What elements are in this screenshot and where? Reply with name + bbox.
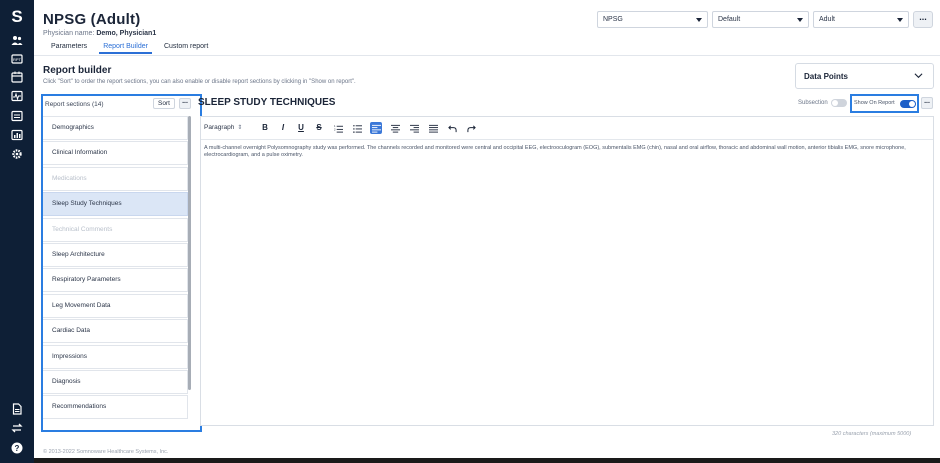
align-left-icon bbox=[371, 124, 381, 133]
gear-icon[interactable] bbox=[11, 148, 23, 160]
tab-parameters[interactable]: Parameters bbox=[43, 42, 95, 54]
align-justify-button[interactable] bbox=[427, 122, 439, 134]
template-select[interactable]: Default bbox=[712, 11, 809, 28]
left-nav-rail: S RPT ? bbox=[0, 0, 34, 463]
italic-button[interactable]: I bbox=[277, 122, 289, 134]
editor-toolbar: Paragraph ⇕ B I U S 12 bbox=[201, 117, 933, 140]
sections-scrollbar[interactable] bbox=[188, 116, 191, 390]
undo-icon bbox=[447, 124, 457, 132]
sort-button[interactable]: Sort bbox=[153, 98, 175, 109]
tab-custom-report[interactable]: Custom report bbox=[156, 42, 216, 54]
page-title: NPSG (Adult) bbox=[43, 11, 141, 28]
svg-text:?: ? bbox=[15, 444, 20, 453]
chevron-down-icon bbox=[897, 18, 903, 22]
chart-icon[interactable] bbox=[11, 129, 23, 141]
age-group-select[interactable]: Adult bbox=[813, 11, 909, 28]
align-right-button[interactable] bbox=[408, 122, 420, 134]
chevron-down-icon bbox=[914, 73, 923, 79]
paragraph-format-select[interactable]: Paragraph ⇕ bbox=[204, 124, 242, 131]
section-item[interactable]: Sleep Study Techniques bbox=[43, 192, 188, 217]
data-points-label: Data Points bbox=[804, 72, 849, 81]
bullet-list-icon bbox=[352, 124, 362, 133]
redo-button[interactable] bbox=[465, 122, 477, 134]
underline-button[interactable]: U bbox=[295, 122, 307, 134]
editor-content[interactable]: A multi-channel overnight Polysomnograph… bbox=[204, 145, 930, 159]
chevron-down-icon bbox=[797, 18, 803, 22]
sections-list: Demographics Clinical Information Medicati… bbox=[43, 116, 188, 421]
redo-icon bbox=[466, 124, 476, 132]
show-on-report-label: Show On Report bbox=[854, 100, 895, 106]
section-item[interactable]: Demographics bbox=[43, 116, 188, 140]
align-right-icon bbox=[409, 124, 419, 133]
section-item[interactable]: Respiratory Parameters bbox=[43, 268, 188, 293]
app-logo[interactable]: S bbox=[0, 8, 34, 26]
show-on-report-toggle[interactable] bbox=[900, 100, 916, 108]
physician-info: Physician name: Demo, Physician1 bbox=[43, 30, 156, 37]
bold-button[interactable]: B bbox=[259, 122, 271, 134]
section-item[interactable]: Technical Comments bbox=[43, 217, 188, 242]
report-icon[interactable]: RPT bbox=[11, 53, 23, 65]
section-title: SLEEP STUDY TECHNIQUES bbox=[198, 97, 336, 108]
section-item[interactable]: Leg Movement Data bbox=[43, 293, 188, 318]
toggle-knob bbox=[832, 100, 838, 106]
header-more-button[interactable]: ... bbox=[913, 11, 933, 28]
section-item[interactable]: Cardiac Data bbox=[43, 319, 188, 344]
template-value: Default bbox=[718, 16, 741, 23]
document-icon[interactable] bbox=[11, 110, 23, 122]
strikethrough-button[interactable]: S bbox=[313, 122, 325, 134]
show-on-report-highlight: Show On Report bbox=[850, 94, 919, 113]
sections-count: Report sections (14) bbox=[45, 101, 104, 108]
study-type-value: NPSG bbox=[603, 16, 623, 23]
section-item[interactable]: Clinical Information bbox=[43, 141, 188, 166]
people-icon[interactable] bbox=[11, 34, 23, 46]
chevron-down-icon bbox=[696, 18, 702, 22]
physician-label: Physician name: bbox=[43, 30, 95, 37]
section-item[interactable]: Sleep Architecture bbox=[43, 242, 188, 267]
report-builder-hint: Click "Sort" to order the report section… bbox=[43, 79, 356, 85]
rich-text-editor: Paragraph⇕ B I U S 12 A multi-channel o bbox=[200, 116, 934, 426]
subsection-toggle[interactable] bbox=[831, 99, 847, 107]
help-icon[interactable]: ? bbox=[11, 442, 23, 454]
calendar-icon[interactable] bbox=[11, 71, 23, 83]
updown-icon: ⇕ bbox=[237, 125, 243, 131]
sections-more-button[interactable]: ... bbox=[179, 98, 191, 109]
subsection-label: Subsection bbox=[798, 100, 828, 106]
character-count: 320 characters (maximum 5000) bbox=[832, 431, 912, 437]
section-item[interactable]: Recommendations bbox=[43, 395, 188, 420]
study-type-select[interactable]: NPSG bbox=[597, 11, 708, 28]
tab-bar: Parameters Report Builder Custom report bbox=[43, 42, 216, 54]
editor-more-button[interactable]: ... bbox=[921, 97, 933, 109]
swap-icon[interactable] bbox=[11, 422, 23, 434]
report-builder-title: Report builder bbox=[43, 65, 112, 76]
section-item[interactable]: Medications bbox=[43, 166, 188, 191]
toggle-knob bbox=[909, 101, 915, 107]
section-item[interactable]: Impressions bbox=[43, 344, 188, 369]
align-justify-icon bbox=[428, 124, 438, 133]
bullet-list-button[interactable] bbox=[351, 122, 363, 134]
header-divider bbox=[34, 55, 940, 56]
waveform-icon[interactable] bbox=[11, 90, 23, 102]
undo-button[interactable] bbox=[446, 122, 458, 134]
copyright-text: © 2013-2022 Somnoware Healthcare Systems… bbox=[43, 449, 169, 455]
ordered-list-button[interactable]: 12 bbox=[332, 122, 344, 134]
tab-report-builder[interactable]: Report Builder bbox=[95, 42, 156, 54]
report-sections-panel: Report sections (14) Sort ... Demographi… bbox=[41, 94, 202, 432]
align-left-button[interactable] bbox=[370, 122, 382, 134]
paragraph-label: Paragraph bbox=[204, 124, 235, 131]
file-icon[interactable] bbox=[11, 403, 23, 415]
align-center-button[interactable] bbox=[389, 122, 401, 134]
align-center-icon bbox=[390, 124, 400, 133]
bottom-bar bbox=[34, 458, 940, 463]
age-group-value: Adult bbox=[819, 16, 835, 23]
data-points-dropdown[interactable]: Data Points bbox=[795, 63, 934, 89]
ordered-list-icon: 12 bbox=[334, 124, 343, 133]
svg-text:2: 2 bbox=[334, 127, 336, 131]
physician-name: Demo, Physician1 bbox=[96, 30, 157, 37]
section-item[interactable]: Diagnosis bbox=[43, 369, 188, 394]
svg-text:RPT: RPT bbox=[13, 57, 22, 62]
